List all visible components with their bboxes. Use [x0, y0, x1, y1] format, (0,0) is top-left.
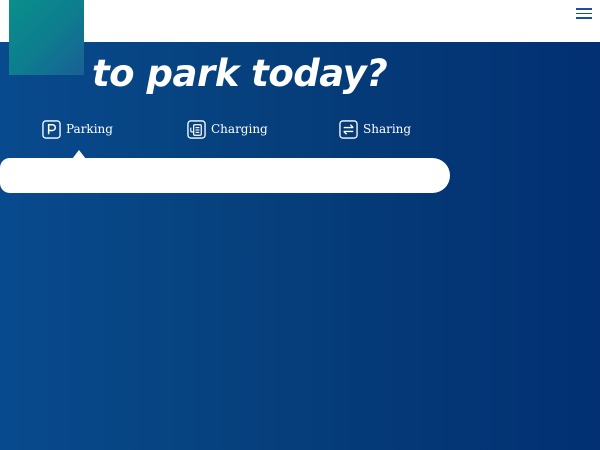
charging-icon	[187, 119, 206, 139]
parking-icon	[42, 119, 61, 139]
service-tabs: Parking Charging Sharing	[0, 117, 450, 145]
tab-parking-label: Parking	[66, 122, 113, 136]
tab-sharing[interactable]: Sharing	[339, 117, 411, 141]
search-input[interactable]	[0, 158, 450, 193]
page: to park today? Parking Charging Sharing	[0, 0, 600, 450]
hamburger-menu-icon[interactable]	[576, 8, 592, 20]
tab-charging[interactable]: Charging	[187, 117, 268, 141]
search-bar[interactable]	[0, 158, 450, 193]
top-navigation-bar	[0, 0, 600, 42]
brand-logo[interactable]	[9, 0, 84, 75]
tab-charging-label: Charging	[211, 122, 268, 136]
tab-sharing-label: Sharing	[363, 122, 412, 136]
tab-parking[interactable]: Parking	[42, 117, 113, 141]
hero-headline: to park today?	[92, 52, 388, 95]
sharing-icon	[339, 119, 358, 139]
